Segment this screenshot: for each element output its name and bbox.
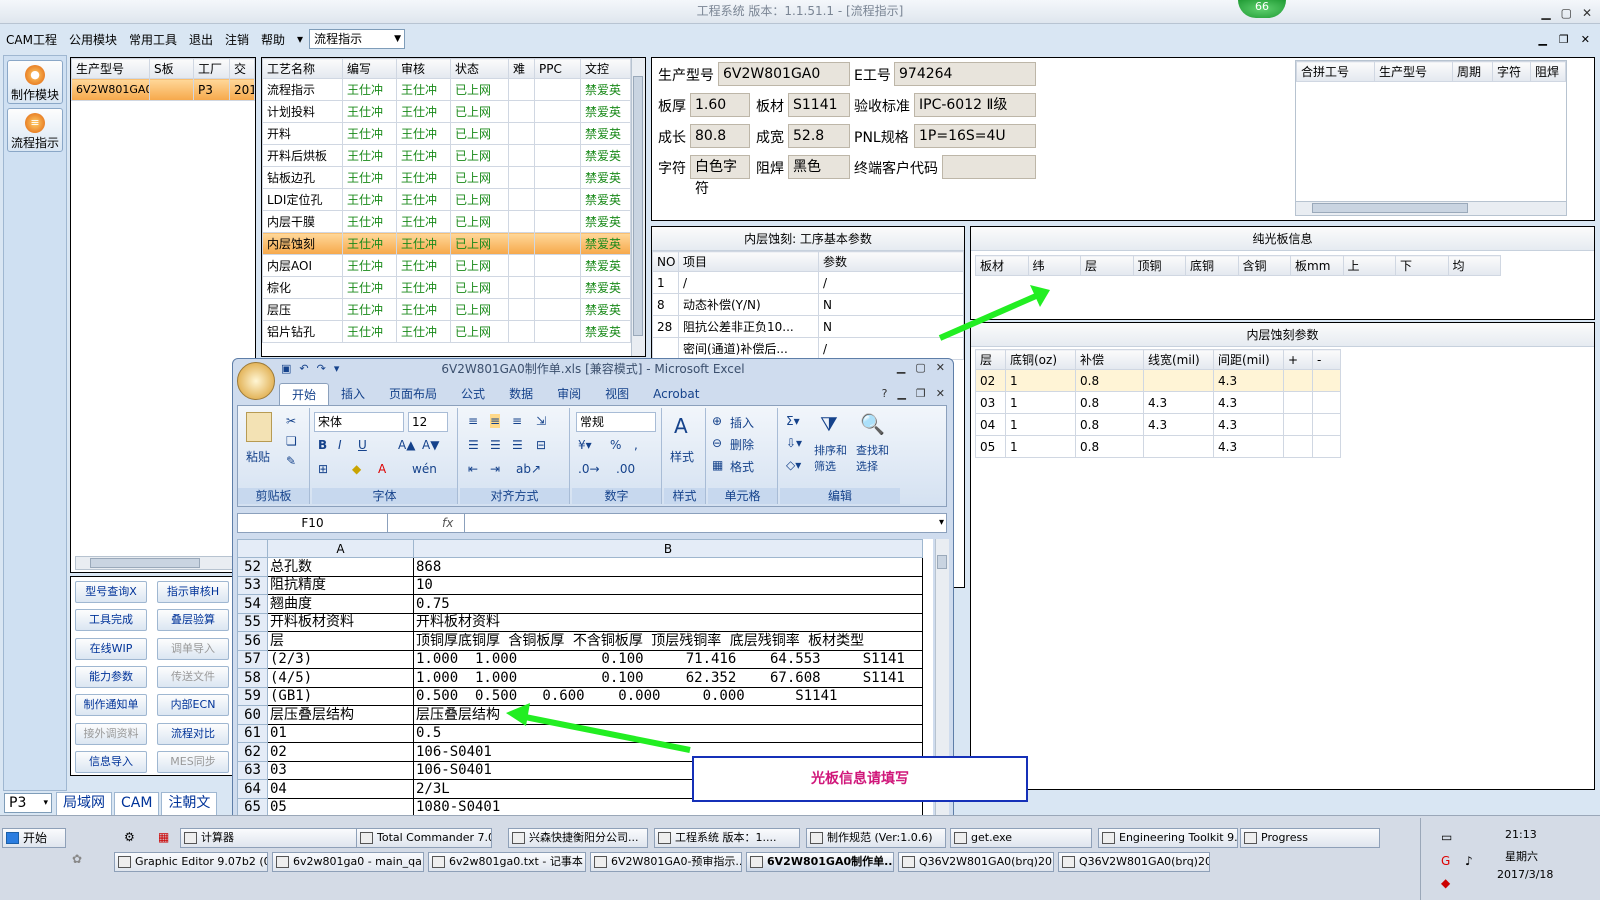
app-icon [118, 856, 131, 868]
start-button[interactable]: 开始 [2, 828, 66, 848]
arrow-line-right [938, 293, 1038, 341]
taskbar-item-label: 计算器 [201, 831, 234, 844]
taskbar-item-label: Graphic Editor 9.07b2 (0... [135, 855, 268, 868]
taskbar-item[interactable]: 制作规范 (Ver:1.0.6) [806, 828, 946, 848]
arrow-line-left [519, 713, 691, 753]
taskbar-item-label: Engineering Toolkit 9.... [1119, 831, 1238, 844]
app-icon [512, 832, 525, 844]
app-icon [954, 832, 967, 844]
app-icon [1244, 832, 1257, 844]
taskbar-item[interactable]: Q36V2W801GA0(brq)20... [898, 852, 1054, 872]
taskbar-item[interactable]: 6v2w801ga0 - main_qa [272, 852, 424, 872]
app-icon [1062, 856, 1075, 868]
taskbar-item-label: Q36V2W801GA0(brq)20... [919, 855, 1054, 868]
taskbar-item-label: 制作规范 (Ver:1.0.6) [827, 831, 933, 844]
system-tray: ▭ G ♪ ◆ 21:13 星期六 2017/3/18 [1420, 818, 1600, 900]
app-icon [594, 856, 607, 868]
app-icon [432, 856, 445, 868]
taskbar-item[interactable]: 工程系统 版本：1.... [654, 828, 800, 848]
clock-weekday[interactable]: 星期六 [1505, 848, 1538, 864]
taskbar-item[interactable]: 6V2W801GA0-预审指示... [590, 852, 742, 872]
taskbar-item-label: Q36V2W801GA0(brq)20... [1079, 855, 1210, 868]
clock-date[interactable]: 2017/3/18 [1497, 868, 1553, 881]
taskbar-item[interactable]: get.exe [950, 828, 1092, 848]
taskbar-item[interactable]: Graphic Editor 9.07b2 (0... [114, 852, 268, 872]
taskbar-item[interactable]: Progress [1240, 828, 1380, 848]
clock-time[interactable]: 21:13 [1505, 828, 1537, 841]
arrow-head-left [506, 703, 530, 726]
app-icon [184, 832, 197, 844]
taskbar-item[interactable]: Total Commander 7.0 ... [356, 828, 492, 848]
taskbar-item[interactable]: Q36V2W801GA0(brq)20... [1058, 852, 1210, 872]
taskbar-item[interactable]: 6V2W801GA0制作单.... [746, 852, 894, 872]
taskbar-item-label: Progress [1261, 831, 1308, 844]
taskbar-item-label: 6V2W801GA0制作单.... [767, 855, 894, 868]
tray-volume-icon[interactable]: ♪ [1465, 854, 1473, 868]
taskbar-item-label: 兴森快捷衡阳分公司... [529, 831, 639, 844]
quicklaunch-pdf-icon[interactable]: ▦ [158, 830, 169, 844]
taskbar-item[interactable]: 计算器 [180, 828, 380, 848]
tray-shield-icon[interactable]: ◆ [1441, 876, 1450, 890]
quicklaunch-tools-icon[interactable]: ⚙ [124, 830, 135, 844]
tray-app-icon[interactable]: G [1441, 854, 1450, 868]
taskbar-item-label: 6v2w801ga0.txt - 记事本 [449, 855, 583, 868]
app-icon [902, 856, 915, 868]
tray-network-icon[interactable]: ▭ [1441, 830, 1452, 844]
windows-icon [6, 832, 19, 844]
taskbar: 开始 ⚙ ▦ ✿ 计算器 Total Commander 7.0 ... 兴森快捷衡… [0, 815, 1600, 900]
taskbar-item-label: 6v2w801ga0 - main_qa [293, 855, 422, 868]
taskbar-item-label: get.exe [971, 831, 1013, 844]
app-icon [658, 832, 671, 844]
taskbar-item-label: 6V2W801GA0-预审指示... [611, 855, 742, 868]
taskbar-item-label: 工程系统 版本：1.... [675, 831, 777, 844]
app-icon [1102, 832, 1115, 844]
app-icon [360, 832, 373, 844]
app-icon [750, 856, 763, 868]
taskbar-item[interactable]: Engineering Toolkit 9.... [1098, 828, 1238, 848]
taskbar-item-label: Total Commander 7.0 ... [377, 831, 491, 844]
quicklaunch-color-icon[interactable]: ✿ [72, 852, 82, 866]
callout-box: 光板信息请填写 [692, 756, 1028, 802]
start-label: 开始 [23, 831, 48, 845]
app-icon [810, 832, 823, 844]
app-icon [276, 856, 289, 868]
taskbar-item[interactable]: 6v2w801ga0.txt - 记事本 [428, 852, 586, 872]
taskbar-item[interactable]: 兴森快捷衡阳分公司... [508, 828, 648, 848]
